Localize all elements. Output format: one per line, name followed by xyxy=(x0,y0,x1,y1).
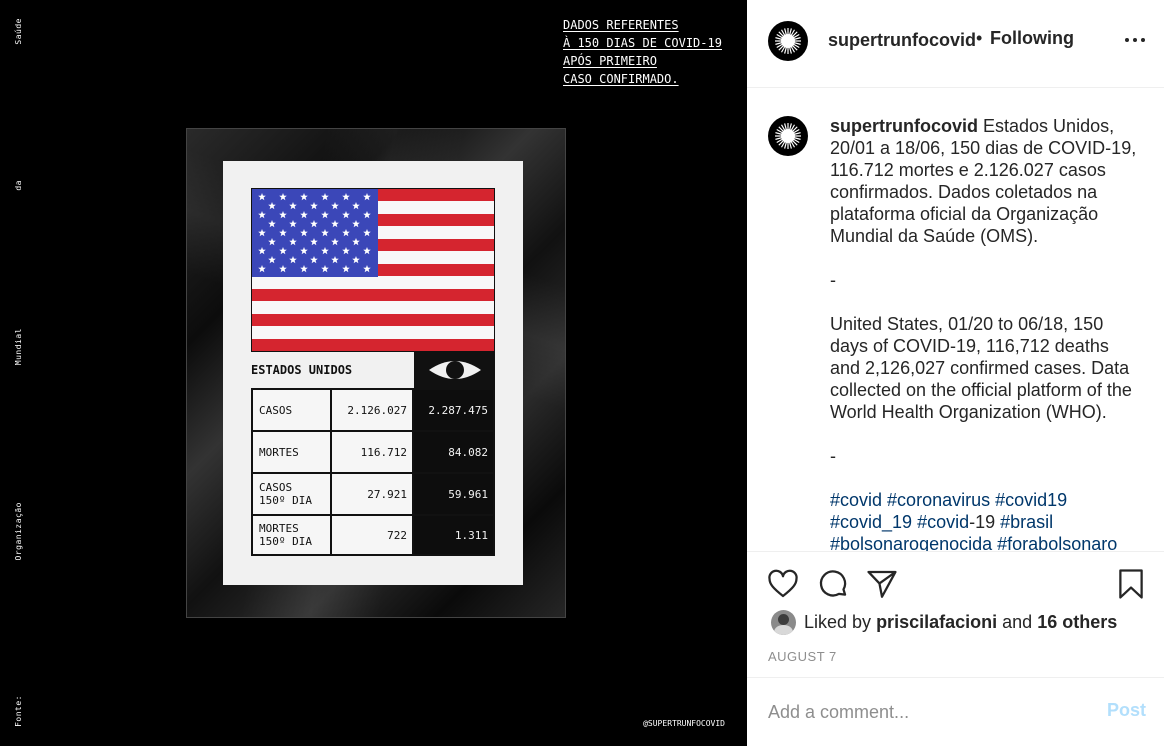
image-credit: @SUPERTRUNFOCOVID xyxy=(643,719,725,728)
row-value: 116.712 xyxy=(332,432,414,472)
row-value: 722 xyxy=(332,516,414,554)
others-link[interactable]: 16 others xyxy=(1037,612,1117,633)
us-flag-image xyxy=(251,188,495,352)
country-name: ESTADOS UNIDOS xyxy=(251,352,414,388)
table-row: MORTES 150º DIA 722 1.311 xyxy=(251,514,495,556)
flag-canton xyxy=(252,189,378,277)
hashtag-link[interactable]: #coronavirus xyxy=(887,490,990,510)
hashtag-link[interactable]: #covid19 xyxy=(995,490,1067,510)
side-word: Organização xyxy=(14,502,23,561)
plastic-wrap: ESTADOS UNIDOS CASOS 2.126.027 2.287.475… xyxy=(186,128,566,618)
eye-icon xyxy=(414,352,495,388)
comment-icon[interactable] xyxy=(816,567,850,601)
row-label: MORTES xyxy=(251,432,332,472)
row-compare: 2.287.475 xyxy=(414,390,495,430)
hashtag-link[interactable]: #covid xyxy=(917,512,969,532)
row-compare: 1.311 xyxy=(414,516,495,554)
hashtag-link[interactable]: #forabolsonaro xyxy=(997,534,1117,551)
more-icon[interactable] xyxy=(1125,34,1147,46)
post-image[interactable]: Saúde da Mundial Organização Fonte: DADO… xyxy=(0,0,747,746)
hashtag-link[interactable]: #brasil xyxy=(1000,512,1053,532)
following-button[interactable]: Following xyxy=(990,28,1074,49)
row-value: 2.126.027 xyxy=(332,390,414,430)
row-label: CASOS 150º DIA xyxy=(251,474,332,514)
caption-separator: - xyxy=(830,270,836,290)
table-row: CASOS 150º DIA 27.921 59.961 xyxy=(251,472,495,514)
side-word: Saúde xyxy=(14,18,23,45)
table-row: CASOS 2.126.027 2.287.475 xyxy=(251,388,495,430)
action-bar: Liked by priscilafacioni and 16 others A… xyxy=(747,551,1164,677)
avatar[interactable] xyxy=(768,116,808,156)
image-header-text: DADOS REFERENTES À 150 DIAS DE COVID-19 … xyxy=(563,16,722,88)
post-panel: supertrunfocovid • Following supertrunfo… xyxy=(747,0,1164,746)
caption-en: United States, 01/20 to 06/18, 150 days … xyxy=(830,314,1132,422)
caption-separator: - xyxy=(830,446,836,466)
liker-username[interactable]: priscilafacioni xyxy=(876,612,997,633)
side-word: da xyxy=(14,180,23,191)
share-icon[interactable] xyxy=(865,567,899,601)
hashtag-link[interactable]: #covid xyxy=(830,490,882,510)
side-word: Mundial xyxy=(14,328,23,366)
row-value: 27.921 xyxy=(332,474,414,514)
post-button[interactable]: Post xyxy=(1107,700,1146,721)
and-label: and xyxy=(1002,612,1033,632)
hashtag-suffix: -19 xyxy=(969,512,996,532)
bookmark-icon[interactable] xyxy=(1114,567,1148,601)
stats-table: ESTADOS UNIDOS CASOS 2.126.027 2.287.475… xyxy=(251,352,495,556)
side-word: Fonte: xyxy=(14,695,23,727)
separator-dot: • xyxy=(976,28,983,48)
trump-card: ESTADOS UNIDOS CASOS 2.126.027 2.287.475… xyxy=(223,161,523,585)
avatar[interactable] xyxy=(768,21,808,61)
header-username[interactable]: supertrunfocovid xyxy=(828,30,976,51)
comments-area[interactable]: supertrunfocovid Estados Unidos, 20/01 a… xyxy=(747,89,1164,551)
header-line: APÓS PRIMEIRO xyxy=(563,54,657,68)
header-line: À 150 DIAS DE COVID-19 xyxy=(563,36,722,50)
liker-avatar[interactable] xyxy=(771,610,796,635)
caption-username[interactable]: supertrunfocovid xyxy=(830,116,978,136)
post-date[interactable]: AUGUST 7 xyxy=(768,649,837,664)
table-row: MORTES 116.712 84.082 xyxy=(251,430,495,472)
row-label: CASOS xyxy=(251,390,332,430)
caption-text: supertrunfocovid Estados Unidos, 20/01 a… xyxy=(830,115,1140,551)
comment-input[interactable] xyxy=(768,698,1068,726)
likes-line: Liked by priscilafacioni and 16 others xyxy=(771,610,1117,635)
hashtag-link[interactable]: #bolsonarogenocida xyxy=(830,534,992,551)
header-line: DADOS REFERENTES xyxy=(563,18,679,32)
row-compare: 59.961 xyxy=(414,474,495,514)
liked-by-label: Liked by xyxy=(804,612,872,632)
row-compare: 84.082 xyxy=(414,432,495,472)
header-line: CASO CONFIRMADO. xyxy=(563,72,679,86)
post-header: supertrunfocovid • Following xyxy=(747,0,1164,88)
heart-icon[interactable] xyxy=(766,567,800,601)
row-label: MORTES 150º DIA xyxy=(251,516,332,554)
comment-bar: Post xyxy=(747,677,1164,746)
hashtag-link[interactable]: #covid_19 xyxy=(830,512,912,532)
